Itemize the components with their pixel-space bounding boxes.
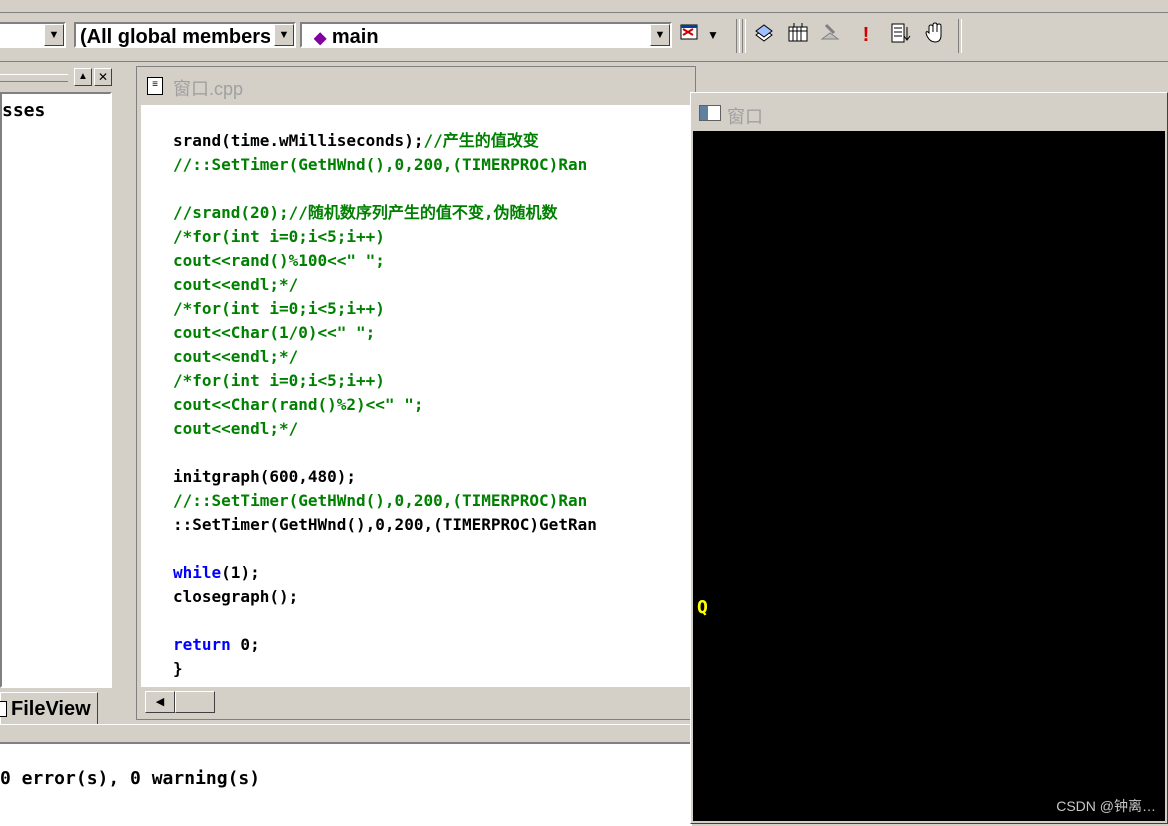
drawn-char: Q: [697, 597, 708, 618]
code-line: ::SetTimer(GetHWnd(),0,200,(TIMERPROC)Ge…: [173, 513, 597, 537]
code-line: //srand(20);//随机数序列产生的值不变,伪随机数: [173, 201, 558, 225]
code-line: cout<<endl;*/: [173, 345, 298, 369]
code-line: /*for(int i=0;i<5;i++): [173, 225, 385, 249]
code-token: //产生的值改变: [423, 131, 539, 150]
output-panel: 0 error(s), 0 warning(s): [0, 742, 692, 826]
code-line: closegraph();: [173, 585, 298, 609]
workspace-panel-header: ▲ ✕: [0, 64, 128, 90]
code-line: cout<<Char(1/0)<<" ";: [173, 321, 375, 345]
code-line: cout<<endl;*/: [173, 417, 298, 441]
toolbar-separator: [736, 19, 740, 53]
members-combo-dropdown-icon[interactable]: ▼: [274, 24, 294, 46]
workspace-tree[interactable]: sses: [0, 92, 112, 688]
class-combo[interactable]: ▼: [0, 22, 66, 48]
editor-title: 窗口.cpp: [173, 79, 244, 99]
code-token: cout<<Char(1/0)<<" ";: [173, 323, 376, 342]
fileview-icon: [0, 701, 7, 717]
wizard-action-icon[interactable]: [676, 21, 704, 49]
horizontal-scrollbar[interactable]: ◀: [141, 689, 693, 715]
execute-icon[interactable]: !: [852, 21, 880, 49]
code-token: //srand(20);//随机数序列产生的值不变,伪随机数: [173, 203, 558, 222]
panel-close-icon[interactable]: ✕: [94, 68, 112, 86]
class-combo-dropdown-icon[interactable]: ▼: [44, 24, 64, 46]
menu-bar: [0, 0, 1168, 13]
breakpoint-hand-icon[interactable]: [920, 21, 948, 49]
members-combo[interactable]: (All global members ▼: [74, 22, 296, 48]
code-token: cout<<rand()%100<<" ";: [173, 251, 385, 270]
wizard-toolbar: ▼ (All global members ▼ ◆ main ▼ ▼ !: [0, 13, 1168, 62]
watermark: CSDN @钟离…: [1056, 798, 1156, 814]
code-line: /*for(int i=0;i<5;i++): [173, 369, 385, 393]
code-token: ::SetTimer(GetHWnd(),0,200,(TIMERPROC)Ge…: [173, 515, 597, 534]
code-line: initgraph(600,480);: [173, 465, 356, 489]
code-token: cout<<Char(rand()%2)<<" ";: [173, 395, 424, 414]
function-diamond-icon: ◆: [314, 30, 327, 47]
workspace-panel: ▲ ✕ sses FileView: [0, 62, 128, 732]
code-editor[interactable]: srand(time.wMilliseconds);//产生的值改变//::Se…: [141, 105, 693, 687]
members-combo-value: (All global members: [80, 26, 270, 48]
code-line: return 0;: [173, 633, 260, 657]
code-line: while(1);: [173, 561, 260, 585]
function-combo-dropdown-icon[interactable]: ▼: [650, 24, 670, 46]
code-token: while: [173, 563, 222, 582]
graphics-canvas[interactable]: Q: [693, 131, 1165, 821]
code-line: //::SetTimer(GetHWnd(),0,200,(TIMERPROC)…: [173, 489, 587, 513]
editor-window: ≡ 窗口.cpp srand(time.wMilliseconds);//产生的…: [136, 66, 696, 720]
code-token: cout<<endl;*/: [173, 275, 299, 294]
code-token: //::SetTimer(GetHWnd(),0,200,(TIMERPROC)…: [173, 491, 588, 510]
code-token: cout<<endl;*/: [173, 419, 299, 438]
code-line: /*for(int i=0;i<5;i++): [173, 297, 385, 321]
code-line: cout<<Char(rand()%2)<<" ";: [173, 393, 423, 417]
compile-icon[interactable]: [750, 21, 778, 49]
scroll-thumb[interactable]: [175, 691, 215, 713]
code-token: //::SetTimer(GetHWnd(),0,200,(TIMERPROC)…: [173, 155, 588, 174]
code-line: cout<<rand()%100<<" ";: [173, 249, 385, 273]
code-token: return: [173, 635, 231, 654]
tab-fileview-label: FileView: [11, 698, 91, 720]
panel-splitter[interactable]: [0, 724, 692, 743]
go-icon[interactable]: [886, 21, 914, 49]
function-combo[interactable]: ◆ main ▼: [300, 22, 672, 48]
grip[interactable]: [0, 74, 68, 82]
graphics-window: 窗口 Q: [690, 92, 1168, 824]
tree-item-classes[interactable]: sses: [2, 100, 45, 121]
code-token: }: [173, 659, 183, 678]
stop-build-icon[interactable]: [816, 21, 844, 49]
function-combo-value: ◆ main: [314, 26, 379, 49]
code-token: 0;: [230, 635, 260, 654]
document-icon: ≡: [147, 77, 163, 95]
code-token: /*for(int i=0;i<5;i++): [173, 371, 385, 390]
code-token: srand(time.wMilliseconds);: [173, 131, 424, 150]
code-token: initgraph(600,480);: [173, 467, 357, 486]
function-name: main: [331, 26, 379, 48]
toolbar-separator: [958, 19, 962, 53]
graphics-window-title: 窗口: [727, 107, 763, 127]
build-result-text: 0 error(s), 0 warning(s): [0, 768, 261, 789]
graphics-window-title-bar[interactable]: 窗口: [691, 93, 1167, 131]
code-token: /*for(int i=0;i<5;i++): [173, 299, 385, 318]
code-line: cout<<endl;*/: [173, 273, 298, 297]
wizard-action-dropdown-icon[interactable]: ▼: [704, 21, 722, 49]
editor-title-bar[interactable]: ≡ 窗口.cpp: [137, 67, 695, 105]
window-icon: [699, 105, 721, 121]
scroll-left-icon[interactable]: ◀: [145, 691, 175, 713]
panel-maximize-icon[interactable]: ▲: [74, 68, 92, 86]
code-token: closegraph();: [173, 587, 299, 606]
code-line: }: [173, 657, 183, 681]
code-line: //::SetTimer(GetHWnd(),0,200,(TIMERPROC)…: [173, 153, 587, 177]
build-icon[interactable]: [784, 21, 812, 49]
code-token: /*for(int i=0;i<5;i++): [173, 227, 385, 246]
toolbar-separator: [742, 19, 746, 53]
code-token: cout<<endl;*/: [173, 347, 299, 366]
code-token: (1);: [221, 563, 260, 582]
code-line: srand(time.wMilliseconds);//产生的值改变: [173, 129, 539, 153]
tab-fileview[interactable]: FileView: [0, 692, 98, 726]
